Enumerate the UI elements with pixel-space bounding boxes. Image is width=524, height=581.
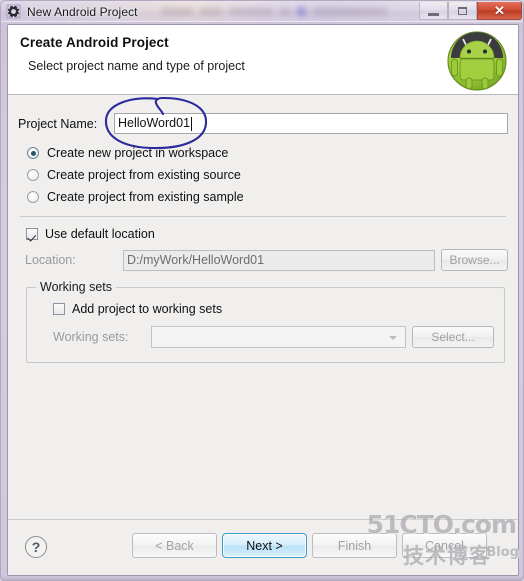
chevron-down-icon[interactable] xyxy=(389,336,397,340)
browse-button[interactable]: Browse... xyxy=(441,249,508,271)
page-subtitle: Select project name and type of project xyxy=(28,59,245,73)
project-name-value: HelloWord01 xyxy=(118,116,191,130)
working-sets-label: Working sets: xyxy=(53,330,129,344)
text-caret xyxy=(191,116,193,131)
radio-from-existing-source[interactable]: Create project from existing source xyxy=(18,164,508,186)
project-name-row: Project Name: HelloWord01 xyxy=(18,113,508,134)
use-default-location-row[interactable]: Use default location xyxy=(26,227,508,241)
close-button[interactable]: ✕ xyxy=(477,2,522,20)
project-name-label: Project Name: xyxy=(18,116,98,131)
dialog-footer: ? < Back Next > Finish Cancel xyxy=(8,519,518,575)
add-project-to-working-sets-row[interactable]: Add project to working sets xyxy=(53,302,494,316)
page-title: Create Android Project xyxy=(20,35,169,50)
project-source-radio-group: Create new project in workspace Create p… xyxy=(18,142,508,208)
help-icon[interactable]: ? xyxy=(25,536,47,558)
location-value: D:/myWork/HelloWord01 xyxy=(127,252,265,267)
radio-label: Create project from existing sample xyxy=(47,190,244,204)
finish-button[interactable]: Finish xyxy=(312,533,397,558)
project-name-input[interactable]: HelloWord01 xyxy=(114,113,508,134)
radio-icon[interactable] xyxy=(27,191,39,203)
radio-create-new-project[interactable]: Create new project in workspace xyxy=(18,142,508,164)
working-sets-combobox[interactable] xyxy=(151,326,406,348)
background-window-ghost-text xyxy=(161,2,411,20)
dialog-window: New Android Project ✕ Create Android Pro… xyxy=(0,0,524,581)
radio-icon[interactable] xyxy=(27,169,39,181)
working-sets-group: Working sets Add project to working sets… xyxy=(26,280,505,363)
radio-icon-selected[interactable] xyxy=(27,147,39,159)
cancel-button[interactable]: Cancel xyxy=(402,533,487,558)
wizard-dialog: Create Android Project Select project na… xyxy=(7,24,519,576)
location-input[interactable]: D:/myWork/HelloWord01 xyxy=(123,249,435,271)
window-title: New Android Project xyxy=(27,4,138,19)
location-row: Location: D:/myWork/HelloWord01 Browse..… xyxy=(25,249,508,271)
checkbox-icon[interactable] xyxy=(53,303,65,315)
android-robot-logo-icon xyxy=(447,31,507,91)
minimize-button[interactable] xyxy=(419,2,448,20)
use-default-location-label: Use default location xyxy=(45,227,155,241)
wizard-header: Create Android Project Select project na… xyxy=(8,25,518,95)
working-sets-row: Working sets: Select... xyxy=(53,326,494,348)
window-controls: ✕ xyxy=(419,2,522,20)
divider xyxy=(20,216,506,217)
radio-label: Create new project in workspace xyxy=(47,146,229,160)
wizard-buttons: < Back Next > Finish Cancel xyxy=(132,533,487,558)
radio-from-existing-sample[interactable]: Create project from existing sample xyxy=(18,186,508,208)
working-sets-legend: Working sets xyxy=(36,280,117,294)
select-button[interactable]: Select... xyxy=(412,326,494,348)
maximize-icon xyxy=(458,6,467,15)
wizard-form: Project Name: HelloWord01 Create new pro… xyxy=(8,95,518,519)
checkbox-icon-checked[interactable] xyxy=(26,228,38,240)
window-title-bar[interactable]: New Android Project ✕ xyxy=(1,1,523,22)
location-label: Location: xyxy=(25,253,76,267)
radio-label: Create project from existing source xyxy=(47,168,241,182)
gear-icon xyxy=(6,4,21,19)
add-project-label: Add project to working sets xyxy=(72,302,223,316)
maximize-button[interactable] xyxy=(448,2,477,20)
next-button[interactable]: Next > xyxy=(222,533,307,558)
minimize-icon xyxy=(428,12,439,16)
back-button[interactable]: < Back xyxy=(132,533,217,558)
